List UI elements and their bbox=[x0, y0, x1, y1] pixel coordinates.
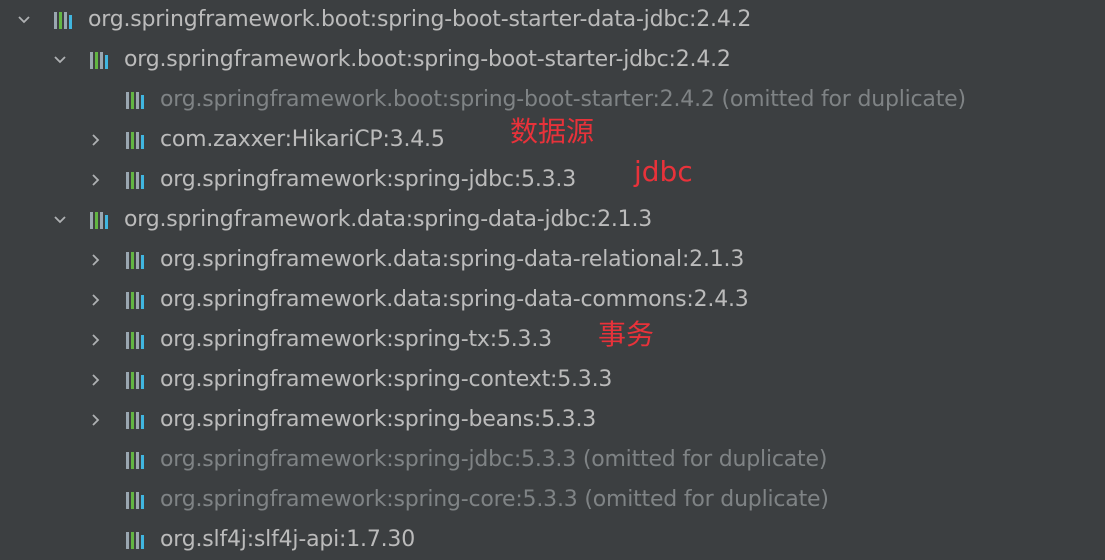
library-icon bbox=[124, 289, 152, 311]
library-icon bbox=[124, 129, 152, 151]
artifact-coordinate: org.springframework.data:spring-data-com… bbox=[160, 287, 749, 312]
library-icon bbox=[124, 489, 152, 511]
tree-row[interactable]: org.slf4j:slf4j-api:1.7.30 bbox=[0, 520, 1105, 560]
tree-row-label: org.springframework:spring-core:5.3.3 (o… bbox=[160, 486, 829, 514]
library-icon bbox=[88, 209, 116, 231]
artifact-coordinate: org.springframework:spring-core:5.3.3 bbox=[160, 487, 578, 512]
tree-row-label: org.springframework.data:spring-data-jdb… bbox=[124, 206, 652, 234]
tree-row-label: org.springframework:spring-tx:5.3.3 bbox=[160, 326, 552, 354]
tree-row-label: org.springframework:spring-context:5.3.3 bbox=[160, 366, 612, 394]
omitted-note: (omitted for duplicate) bbox=[584, 487, 829, 512]
tree-row[interactable]: org.springframework.data:spring-data-com… bbox=[0, 280, 1105, 320]
artifact-coordinate: org.springframework:spring-jdbc:5.3.3 bbox=[160, 167, 577, 192]
library-icon bbox=[52, 9, 80, 31]
chevron-right-icon[interactable] bbox=[88, 332, 104, 348]
tree-row-label: org.slf4j:slf4j-api:1.7.30 bbox=[160, 526, 415, 554]
artifact-coordinate: org.springframework.boot:spring-boot-sta… bbox=[124, 47, 731, 72]
artifact-coordinate: com.zaxxer:HikariCP:3.4.5 bbox=[160, 127, 445, 152]
tree-row[interactable]: org.springframework:spring-jdbc:5.3.3 (o… bbox=[0, 440, 1105, 480]
library-icon bbox=[124, 369, 152, 391]
chevron-down-icon[interactable] bbox=[52, 212, 68, 228]
library-icon bbox=[124, 529, 152, 551]
artifact-coordinate: org.springframework:spring-context:5.3.3 bbox=[160, 367, 613, 392]
chevron-right-icon[interactable] bbox=[88, 172, 104, 188]
tree-row[interactable]: org.springframework.data:spring-data-rel… bbox=[0, 240, 1105, 280]
library-icon bbox=[124, 329, 152, 351]
library-icon bbox=[124, 89, 152, 111]
library-icon bbox=[88, 49, 116, 71]
tree-row[interactable]: org.springframework:spring-context:5.3.3 bbox=[0, 360, 1105, 400]
dependency-tree: org.springframework.boot:spring-boot-sta… bbox=[0, 0, 1105, 554]
artifact-coordinate: org.springframework:spring-jdbc:5.3.3 bbox=[160, 447, 577, 472]
chevron-right-icon[interactable] bbox=[88, 132, 104, 148]
tree-row-label: org.springframework.boot:spring-boot-sta… bbox=[124, 46, 731, 74]
artifact-coordinate: org.springframework:spring-tx:5.3.3 bbox=[160, 327, 552, 352]
annotation-datasource: 数据源 bbox=[510, 115, 595, 148]
chevron-down-icon[interactable] bbox=[52, 52, 68, 68]
tree-row-label: org.springframework.data:spring-data-com… bbox=[160, 286, 749, 314]
tree-row[interactable]: org.springframework:spring-beans:5.3.3 bbox=[0, 400, 1105, 440]
tree-row-label: org.springframework:spring-beans:5.3.3 bbox=[160, 406, 596, 434]
tree-row-label: org.springframework.boot:spring-boot-sta… bbox=[88, 6, 751, 34]
library-icon bbox=[124, 249, 152, 271]
artifact-coordinate: org.slf4j:slf4j-api:1.7.30 bbox=[160, 527, 416, 552]
omitted-note: (omitted for duplicate) bbox=[582, 447, 828, 472]
artifact-coordinate: org.springframework.boot:spring-boot-sta… bbox=[88, 7, 752, 32]
tree-row[interactable]: org.springframework:spring-core:5.3.3 (o… bbox=[0, 480, 1105, 520]
library-icon bbox=[124, 449, 152, 471]
tree-row[interactable]: org.springframework.boot:spring-boot-sta… bbox=[0, 0, 1105, 40]
chevron-right-icon[interactable] bbox=[88, 412, 104, 428]
chevron-right-icon[interactable] bbox=[88, 252, 104, 268]
artifact-coordinate: org.springframework.boot:spring-boot-sta… bbox=[160, 87, 715, 112]
artifact-coordinate: org.springframework.data:spring-data-jdb… bbox=[124, 207, 653, 232]
chevron-right-icon[interactable] bbox=[88, 372, 104, 388]
chevron-right-icon[interactable] bbox=[88, 292, 104, 308]
tree-row[interactable]: org.springframework:spring-tx:5.3.3 bbox=[0, 320, 1105, 360]
tree-row-label: com.zaxxer:HikariCP:3.4.5 bbox=[160, 126, 445, 154]
tree-row-label: org.springframework:spring-jdbc:5.3.3 (o… bbox=[160, 446, 827, 474]
tree-row-label: org.springframework:spring-jdbc:5.3.3 bbox=[160, 166, 576, 194]
tree-row-label: org.springframework.data:spring-data-rel… bbox=[160, 246, 744, 274]
tree-row[interactable]: org.springframework.data:spring-data-jdb… bbox=[0, 200, 1105, 240]
chevron-down-icon[interactable] bbox=[16, 12, 32, 28]
tree-row-label: org.springframework.boot:spring-boot-sta… bbox=[160, 86, 966, 114]
tree-row[interactable]: org.springframework:spring-jdbc:5.3.3 bbox=[0, 160, 1105, 200]
artifact-coordinate: org.springframework.data:spring-data-rel… bbox=[160, 247, 745, 272]
tree-row[interactable]: org.springframework.boot:spring-boot-sta… bbox=[0, 40, 1105, 80]
library-icon bbox=[124, 169, 152, 191]
omitted-note: (omitted for duplicate) bbox=[721, 87, 966, 112]
tree-row[interactable]: org.springframework.boot:spring-boot-sta… bbox=[0, 80, 1105, 120]
library-icon bbox=[124, 409, 152, 431]
artifact-coordinate: org.springframework:spring-beans:5.3.3 bbox=[160, 407, 597, 432]
annotation-jdbc: jdbc bbox=[634, 155, 693, 188]
annotation-transaction: 事务 bbox=[598, 318, 655, 351]
